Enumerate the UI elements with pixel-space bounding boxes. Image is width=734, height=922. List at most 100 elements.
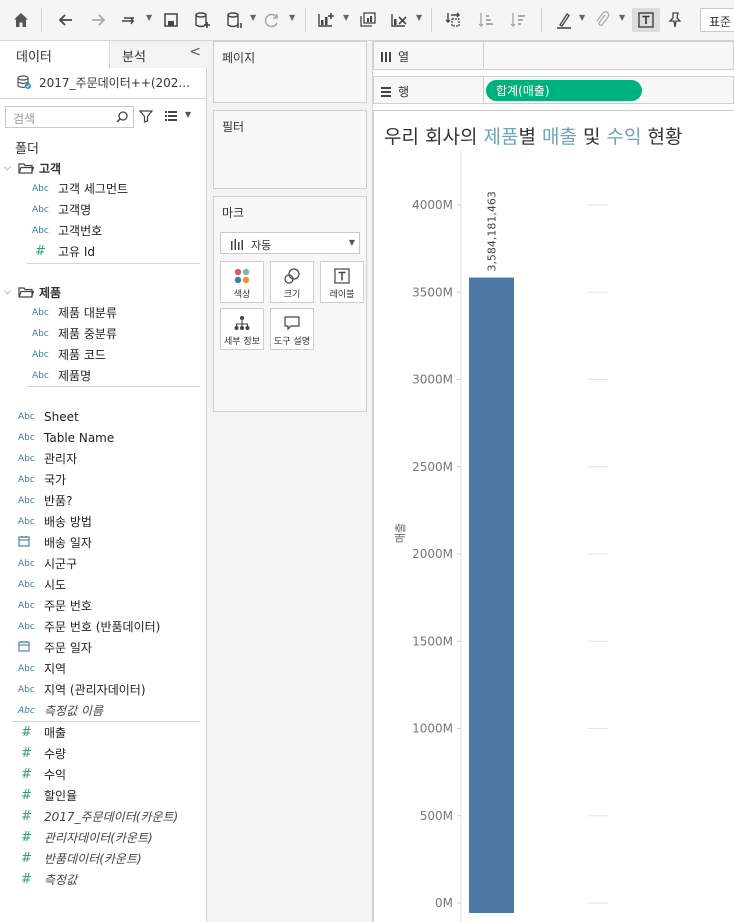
worksheet-title[interactable]: 우리 회사의 제품별 매출 및 수익 현황 bbox=[384, 122, 682, 149]
color-button[interactable]: 색상 bbox=[220, 261, 264, 303]
database-icon bbox=[17, 75, 31, 89]
pin-icon[interactable] bbox=[663, 8, 687, 32]
field-item[interactable]: Abc 측정값 이름 bbox=[18, 700, 103, 721]
save-icon[interactable] bbox=[159, 8, 183, 32]
field-item[interactable]: Abc 주문 번호 bbox=[18, 595, 92, 616]
filters-shelf[interactable]: 필터 bbox=[213, 110, 367, 189]
field-item[interactable]: # 측정값 bbox=[18, 869, 77, 890]
chevron-down-icon: ⌵ bbox=[4, 163, 11, 173]
divider bbox=[483, 77, 484, 103]
field-item[interactable]: Abc 지역 (관리자데이터) bbox=[18, 679, 146, 700]
field-name: 지역 bbox=[44, 662, 67, 676]
field-item[interactable]: Abc 지역 bbox=[18, 658, 66, 679]
fit-dropdown[interactable]: 표준 bbox=[700, 8, 734, 32]
field-item[interactable]: Abc 관리자 bbox=[18, 448, 77, 469]
field-item[interactable]: Abc Table Name bbox=[18, 427, 114, 448]
field-item[interactable]: # 수익 bbox=[18, 764, 66, 785]
refresh-icon[interactable] bbox=[260, 8, 284, 32]
field-item[interactable]: #2017_주문데이터(카운트) bbox=[18, 806, 178, 827]
mark-type-select[interactable]: 자동 ▼ bbox=[220, 232, 360, 254]
calendar-icon bbox=[18, 640, 44, 655]
field-item[interactable]: Abc 반품? bbox=[18, 490, 72, 511]
field-item[interactable]: Abc 주문 번호 (반품데이터) bbox=[18, 616, 160, 637]
filter-icon[interactable] bbox=[138, 108, 154, 124]
tab-data[interactable]: 데이터 bbox=[0, 41, 110, 68]
new-worksheet-icon[interactable] bbox=[314, 8, 338, 32]
field-name: 배송 방법 bbox=[44, 515, 92, 529]
chevron-down-icon[interactable]: ▼ bbox=[146, 13, 152, 22]
string-type-icon: Abc bbox=[18, 453, 35, 464]
home-icon[interactable] bbox=[9, 8, 33, 32]
datasource-item[interactable]: 2017_주문데이터++(202... bbox=[16, 72, 206, 92]
folder-product[interactable]: ⌵ 제품 bbox=[4, 282, 61, 302]
size-button[interactable]: 크기 bbox=[270, 261, 314, 303]
label-button[interactable]: 레이블 bbox=[320, 261, 364, 303]
pages-shelf[interactable]: 페이지 bbox=[213, 41, 367, 103]
clear-sheet-icon[interactable] bbox=[387, 8, 411, 32]
field-name: 제품 대분류 bbox=[58, 306, 118, 320]
chevron-down-icon[interactable]: ▼ bbox=[185, 110, 191, 119]
detail-button[interactable]: 세부 정보 bbox=[220, 308, 264, 350]
field-name: 2017_주문데이터(카운트) bbox=[44, 810, 179, 824]
tooltip-icon bbox=[284, 316, 300, 331]
sort-ascending-icon[interactable] bbox=[474, 8, 498, 32]
chevron-down-icon[interactable]: ▼ bbox=[250, 13, 256, 22]
pause-datasource-icon[interactable] bbox=[222, 8, 246, 32]
field-item[interactable]: Abc 시도 bbox=[18, 574, 66, 595]
chevron-down-icon: ▼ bbox=[619, 13, 626, 22]
replay-icon[interactable] bbox=[117, 8, 141, 32]
columns-shelf[interactable]: 열 bbox=[373, 41, 734, 70]
sort-descending-icon[interactable] bbox=[506, 8, 530, 32]
field-item[interactable]: # 할인율 bbox=[18, 785, 77, 806]
duplicate-sheet-icon[interactable] bbox=[356, 8, 380, 32]
field-item[interactable]: # 매출 bbox=[18, 722, 66, 743]
field-item[interactable]: Abc Sheet bbox=[18, 406, 79, 427]
highlight-icon[interactable] bbox=[552, 8, 576, 32]
sum-sales-pill[interactable]: 합계(매출) bbox=[486, 80, 642, 101]
field-item[interactable]: Abc 고객명 bbox=[32, 199, 91, 220]
field-item[interactable]: # 반품데이터(카운트) bbox=[18, 848, 142, 869]
show-mark-labels-icon[interactable] bbox=[632, 8, 660, 32]
field-item[interactable]: 주문 일자 bbox=[18, 637, 92, 658]
bar-data-label: 3,584,181,463 bbox=[486, 191, 499, 271]
field-name: 배송 일자 bbox=[44, 536, 92, 550]
folder-customer[interactable]: ⌵ 고객 bbox=[4, 158, 61, 178]
chevron-down-icon[interactable]: ▼ bbox=[343, 13, 349, 22]
redo-icon[interactable] bbox=[86, 8, 110, 32]
chevron-down-icon[interactable]: ▼ bbox=[416, 13, 422, 22]
undo-icon[interactable] bbox=[54, 8, 78, 32]
group-members-icon[interactable] bbox=[590, 8, 614, 32]
field-item[interactable]: Abc 제품 중분류 bbox=[32, 323, 117, 344]
field-item[interactable]: Abc 시군구 bbox=[18, 553, 77, 574]
field-item[interactable]: Abc 제품 코드 bbox=[32, 344, 106, 365]
field-item[interactable]: # 수량 bbox=[18, 743, 66, 764]
field-item[interactable]: Abc 고객 세그먼트 bbox=[32, 178, 128, 199]
number-type-icon: # bbox=[21, 788, 32, 803]
swap-rows-columns-icon[interactable] bbox=[441, 8, 465, 32]
field-name: 국가 bbox=[44, 473, 67, 487]
field-item[interactable]: Abc 고객번호 bbox=[32, 220, 102, 241]
string-type-icon: Abc bbox=[18, 474, 35, 485]
number-type-icon: # bbox=[21, 851, 32, 866]
tooltip-button[interactable]: 도구 설명 bbox=[270, 308, 314, 350]
string-type-icon: Abc bbox=[32, 307, 49, 318]
field-item[interactable]: Abc 제품명 bbox=[32, 365, 91, 386]
collapse-icon[interactable]: < bbox=[189, 44, 201, 60]
title-text: 및 bbox=[576, 126, 607, 148]
y-tick-label: 2000M bbox=[412, 547, 453, 561]
field-name: 관리자 bbox=[44, 452, 78, 466]
field-item[interactable]: Abc 국가 bbox=[18, 469, 66, 490]
search-input[interactable]: 검색 bbox=[5, 106, 134, 128]
field-item[interactable]: # 고유 Id bbox=[32, 241, 95, 262]
list-view-icon[interactable] bbox=[164, 109, 178, 123]
datasource-name: 2017_주문데이터++(202... bbox=[39, 75, 190, 90]
tab-analysis[interactable]: 분석 < bbox=[111, 41, 207, 68]
field-item[interactable]: # 관리자데이터(카운트) bbox=[18, 827, 153, 848]
title-text: 현황 bbox=[641, 126, 683, 148]
chevron-down-icon[interactable]: ▼ bbox=[579, 13, 585, 22]
field-item[interactable]: Abc 배송 방법 bbox=[18, 511, 92, 532]
new-datasource-icon[interactable] bbox=[190, 8, 214, 32]
rows-shelf[interactable]: 행 합계(매출) bbox=[373, 76, 734, 104]
field-item[interactable]: 배송 일자 bbox=[18, 532, 92, 553]
field-item[interactable]: Abc 제품 대분류 bbox=[32, 302, 117, 323]
